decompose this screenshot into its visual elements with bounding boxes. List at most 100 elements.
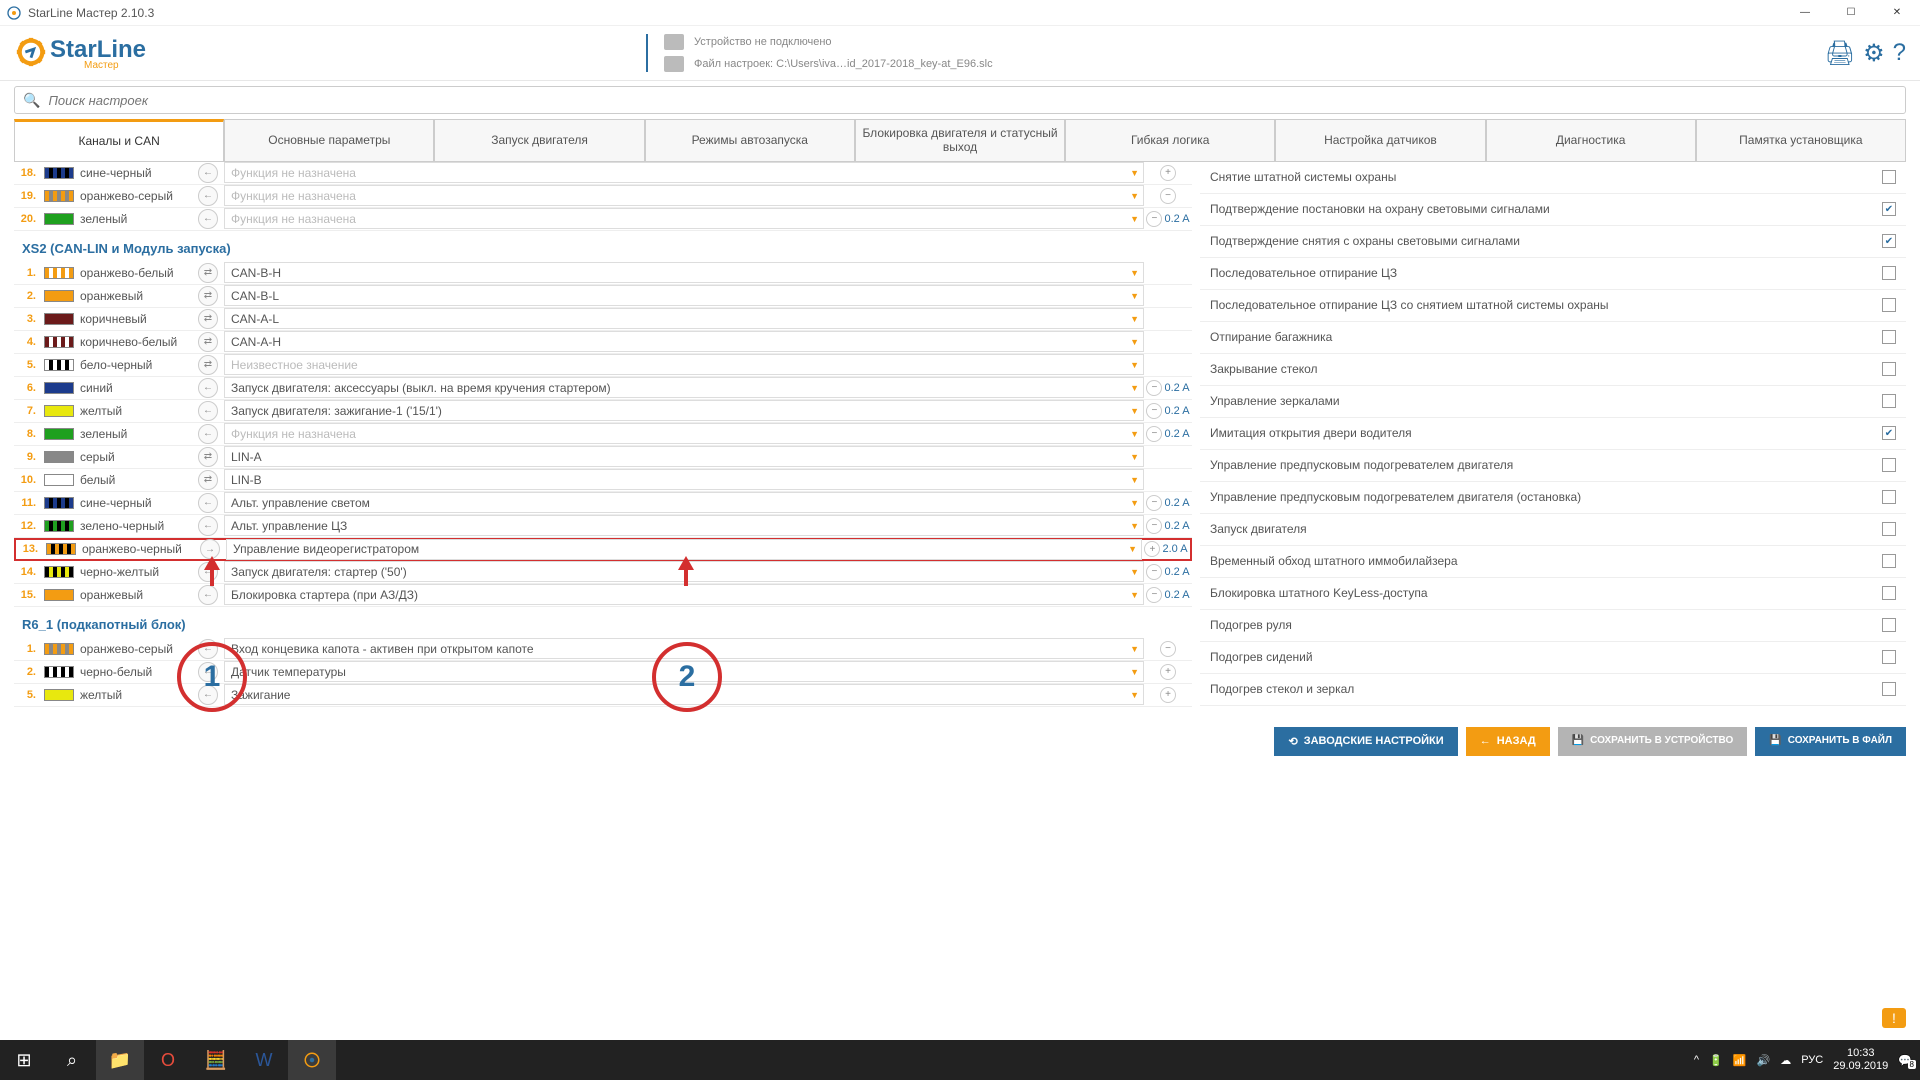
option-checkbox[interactable] bbox=[1882, 330, 1896, 344]
function-dropdown[interactable]: Функция не назначена▼ bbox=[224, 185, 1144, 206]
polarity-button[interactable]: ← bbox=[198, 186, 218, 206]
polarity-sign-button[interactable]: − bbox=[1146, 403, 1162, 419]
option-checkbox[interactable] bbox=[1882, 522, 1896, 536]
polarity-button[interactable]: ← bbox=[198, 209, 218, 229]
tab-8[interactable]: Памятка установщика bbox=[1696, 119, 1906, 161]
option-checkbox[interactable] bbox=[1882, 170, 1896, 184]
settings-icon[interactable]: ⚙ bbox=[1863, 39, 1885, 68]
option-checkbox[interactable]: ✔ bbox=[1882, 234, 1896, 248]
polarity-button[interactable]: ← bbox=[198, 424, 218, 444]
clock-time[interactable]: 10:33 bbox=[1833, 1047, 1888, 1060]
option-checkbox[interactable] bbox=[1882, 490, 1896, 504]
tab-2[interactable]: Запуск двигателя bbox=[434, 119, 644, 161]
battery-icon[interactable]: 🔋 bbox=[1709, 1054, 1723, 1067]
back-button[interactable]: ← НАЗАД bbox=[1466, 727, 1550, 756]
option-checkbox[interactable] bbox=[1882, 266, 1896, 280]
notification-badge[interactable]: ! bbox=[1882, 1008, 1906, 1028]
starline-taskbar-icon[interactable] bbox=[288, 1040, 336, 1080]
option-checkbox[interactable] bbox=[1882, 394, 1896, 408]
search-taskbar-icon[interactable]: ⌕ bbox=[48, 1040, 96, 1080]
action-center-icon[interactable]: 💬8 bbox=[1898, 1054, 1912, 1067]
polarity-button[interactable]: ← bbox=[198, 401, 218, 421]
function-dropdown[interactable]: Альт. управление светом▼ bbox=[224, 492, 1144, 513]
polarity-sign-button[interactable]: − bbox=[1146, 426, 1162, 442]
option-checkbox[interactable] bbox=[1882, 298, 1896, 312]
option-checkbox[interactable] bbox=[1882, 682, 1896, 696]
polarity-sign-button[interactable]: − bbox=[1160, 188, 1176, 204]
function-dropdown[interactable]: CAN-B-H▼ bbox=[224, 262, 1144, 283]
option-checkbox[interactable] bbox=[1882, 362, 1896, 376]
option-checkbox[interactable] bbox=[1882, 554, 1896, 568]
function-dropdown[interactable]: Функция не назначена▼ bbox=[224, 208, 1144, 229]
option-checkbox[interactable] bbox=[1882, 586, 1896, 600]
function-dropdown[interactable]: Управление видеорегистратором▼ bbox=[226, 539, 1142, 560]
polarity-sign-button[interactable]: + bbox=[1144, 541, 1160, 557]
polarity-button[interactable]: ⇄ bbox=[198, 263, 218, 283]
option-checkbox[interactable] bbox=[1882, 458, 1896, 472]
save-to-file-button[interactable]: 💾 СОХРАНИТЬ В ФАЙЛ bbox=[1755, 727, 1906, 756]
function-dropdown[interactable]: Датчик температуры▼ bbox=[224, 661, 1144, 682]
polarity-button[interactable]: ← bbox=[198, 662, 218, 682]
save-to-device-button[interactable]: 💾 СОХРАНИТЬ В УСТРОЙСТВО bbox=[1558, 727, 1748, 756]
polarity-button[interactable]: ⇄ bbox=[198, 355, 218, 375]
option-checkbox[interactable] bbox=[1882, 650, 1896, 664]
tray-chevron-icon[interactable]: ^ bbox=[1694, 1054, 1699, 1066]
option-checkbox[interactable]: ✔ bbox=[1882, 202, 1896, 216]
function-dropdown[interactable]: Вход концевика капота - активен при откр… bbox=[224, 638, 1144, 659]
polarity-button[interactable]: ← bbox=[198, 493, 218, 513]
polarity-sign-button[interactable]: + bbox=[1160, 687, 1176, 703]
function-dropdown[interactable]: CAN-B-L▼ bbox=[224, 285, 1144, 306]
polarity-sign-button[interactable]: − bbox=[1146, 380, 1162, 396]
search-bar[interactable]: 🔍 bbox=[14, 86, 1906, 114]
polarity-button[interactable]: ⇄ bbox=[198, 447, 218, 467]
minimize-button[interactable]: ― bbox=[1782, 0, 1828, 26]
option-checkbox[interactable]: ✔ bbox=[1882, 426, 1896, 440]
start-button[interactable]: ⊞ bbox=[0, 1040, 48, 1080]
function-dropdown[interactable]: Неизвестное значение▼ bbox=[224, 354, 1144, 375]
function-dropdown[interactable]: Блокировка стартера (при АЗ/ДЗ)▼ bbox=[224, 584, 1144, 605]
polarity-button[interactable]: ← bbox=[198, 639, 218, 659]
function-dropdown[interactable]: Зажигание▼ bbox=[224, 684, 1144, 705]
polarity-button[interactable]: ⇄ bbox=[198, 332, 218, 352]
polarity-button[interactable]: → bbox=[200, 539, 220, 559]
function-dropdown[interactable]: Функция не назначена▼ bbox=[224, 423, 1144, 444]
volume-icon[interactable]: 🔊 bbox=[1757, 1054, 1771, 1067]
maximize-button[interactable]: ☐ bbox=[1828, 0, 1874, 26]
function-dropdown[interactable]: Запуск двигателя: аксессуары (выкл. на в… bbox=[224, 377, 1144, 398]
tab-6[interactable]: Настройка датчиков bbox=[1275, 119, 1485, 161]
polarity-sign-button[interactable]: − bbox=[1146, 587, 1162, 603]
polarity-sign-button[interactable]: − bbox=[1146, 518, 1162, 534]
polarity-button[interactable]: ← bbox=[198, 685, 218, 705]
onedrive-icon[interactable]: ☁ bbox=[1780, 1054, 1791, 1067]
polarity-button[interactable]: ← bbox=[198, 516, 218, 536]
function-dropdown[interactable]: Альт. управление ЦЗ▼ bbox=[224, 515, 1144, 536]
function-dropdown[interactable]: CAN-A-L▼ bbox=[224, 308, 1144, 329]
search-input[interactable] bbox=[48, 93, 1897, 108]
function-dropdown[interactable]: Запуск двигателя: зажигание-1 ('15/1')▼ bbox=[224, 400, 1144, 421]
polarity-sign-button[interactable]: − bbox=[1146, 495, 1162, 511]
help-icon[interactable]: ? bbox=[1893, 39, 1906, 68]
polarity-button[interactable]: ⇄ bbox=[198, 286, 218, 306]
tab-5[interactable]: Гибкая логика bbox=[1065, 119, 1275, 161]
language-indicator[interactable]: РУС bbox=[1801, 1054, 1823, 1066]
function-dropdown[interactable]: CAN-A-H▼ bbox=[224, 331, 1144, 352]
tab-7[interactable]: Диагностика bbox=[1486, 119, 1696, 161]
calculator-icon[interactable]: 🧮 bbox=[192, 1040, 240, 1080]
tab-1[interactable]: Основные параметры bbox=[224, 119, 434, 161]
polarity-button[interactable]: ← bbox=[198, 378, 218, 398]
close-button[interactable]: ✕ bbox=[1874, 0, 1920, 26]
function-dropdown[interactable]: Запуск двигателя: стартер ('50')▼ bbox=[224, 561, 1144, 582]
print-icon[interactable]: 🖨 bbox=[1825, 39, 1855, 68]
option-checkbox[interactable] bbox=[1882, 618, 1896, 632]
polarity-button[interactable]: ← bbox=[198, 163, 218, 183]
tab-4[interactable]: Блокировка двигателя и статусный выход bbox=[855, 119, 1065, 161]
explorer-icon[interactable]: 📁 bbox=[96, 1040, 144, 1080]
polarity-button[interactable]: ← bbox=[198, 562, 218, 582]
polarity-sign-button[interactable]: − bbox=[1146, 564, 1162, 580]
polarity-sign-button[interactable]: − bbox=[1160, 641, 1176, 657]
polarity-sign-button[interactable]: − bbox=[1146, 211, 1162, 227]
polarity-button[interactable]: ⇄ bbox=[198, 470, 218, 490]
polarity-button[interactable]: ⇄ bbox=[198, 309, 218, 329]
function-dropdown[interactable]: LIN-A▼ bbox=[224, 446, 1144, 467]
factory-reset-button[interactable]: ⟲ ЗАВОДСКИЕ НАСТРОЙКИ bbox=[1274, 727, 1457, 756]
